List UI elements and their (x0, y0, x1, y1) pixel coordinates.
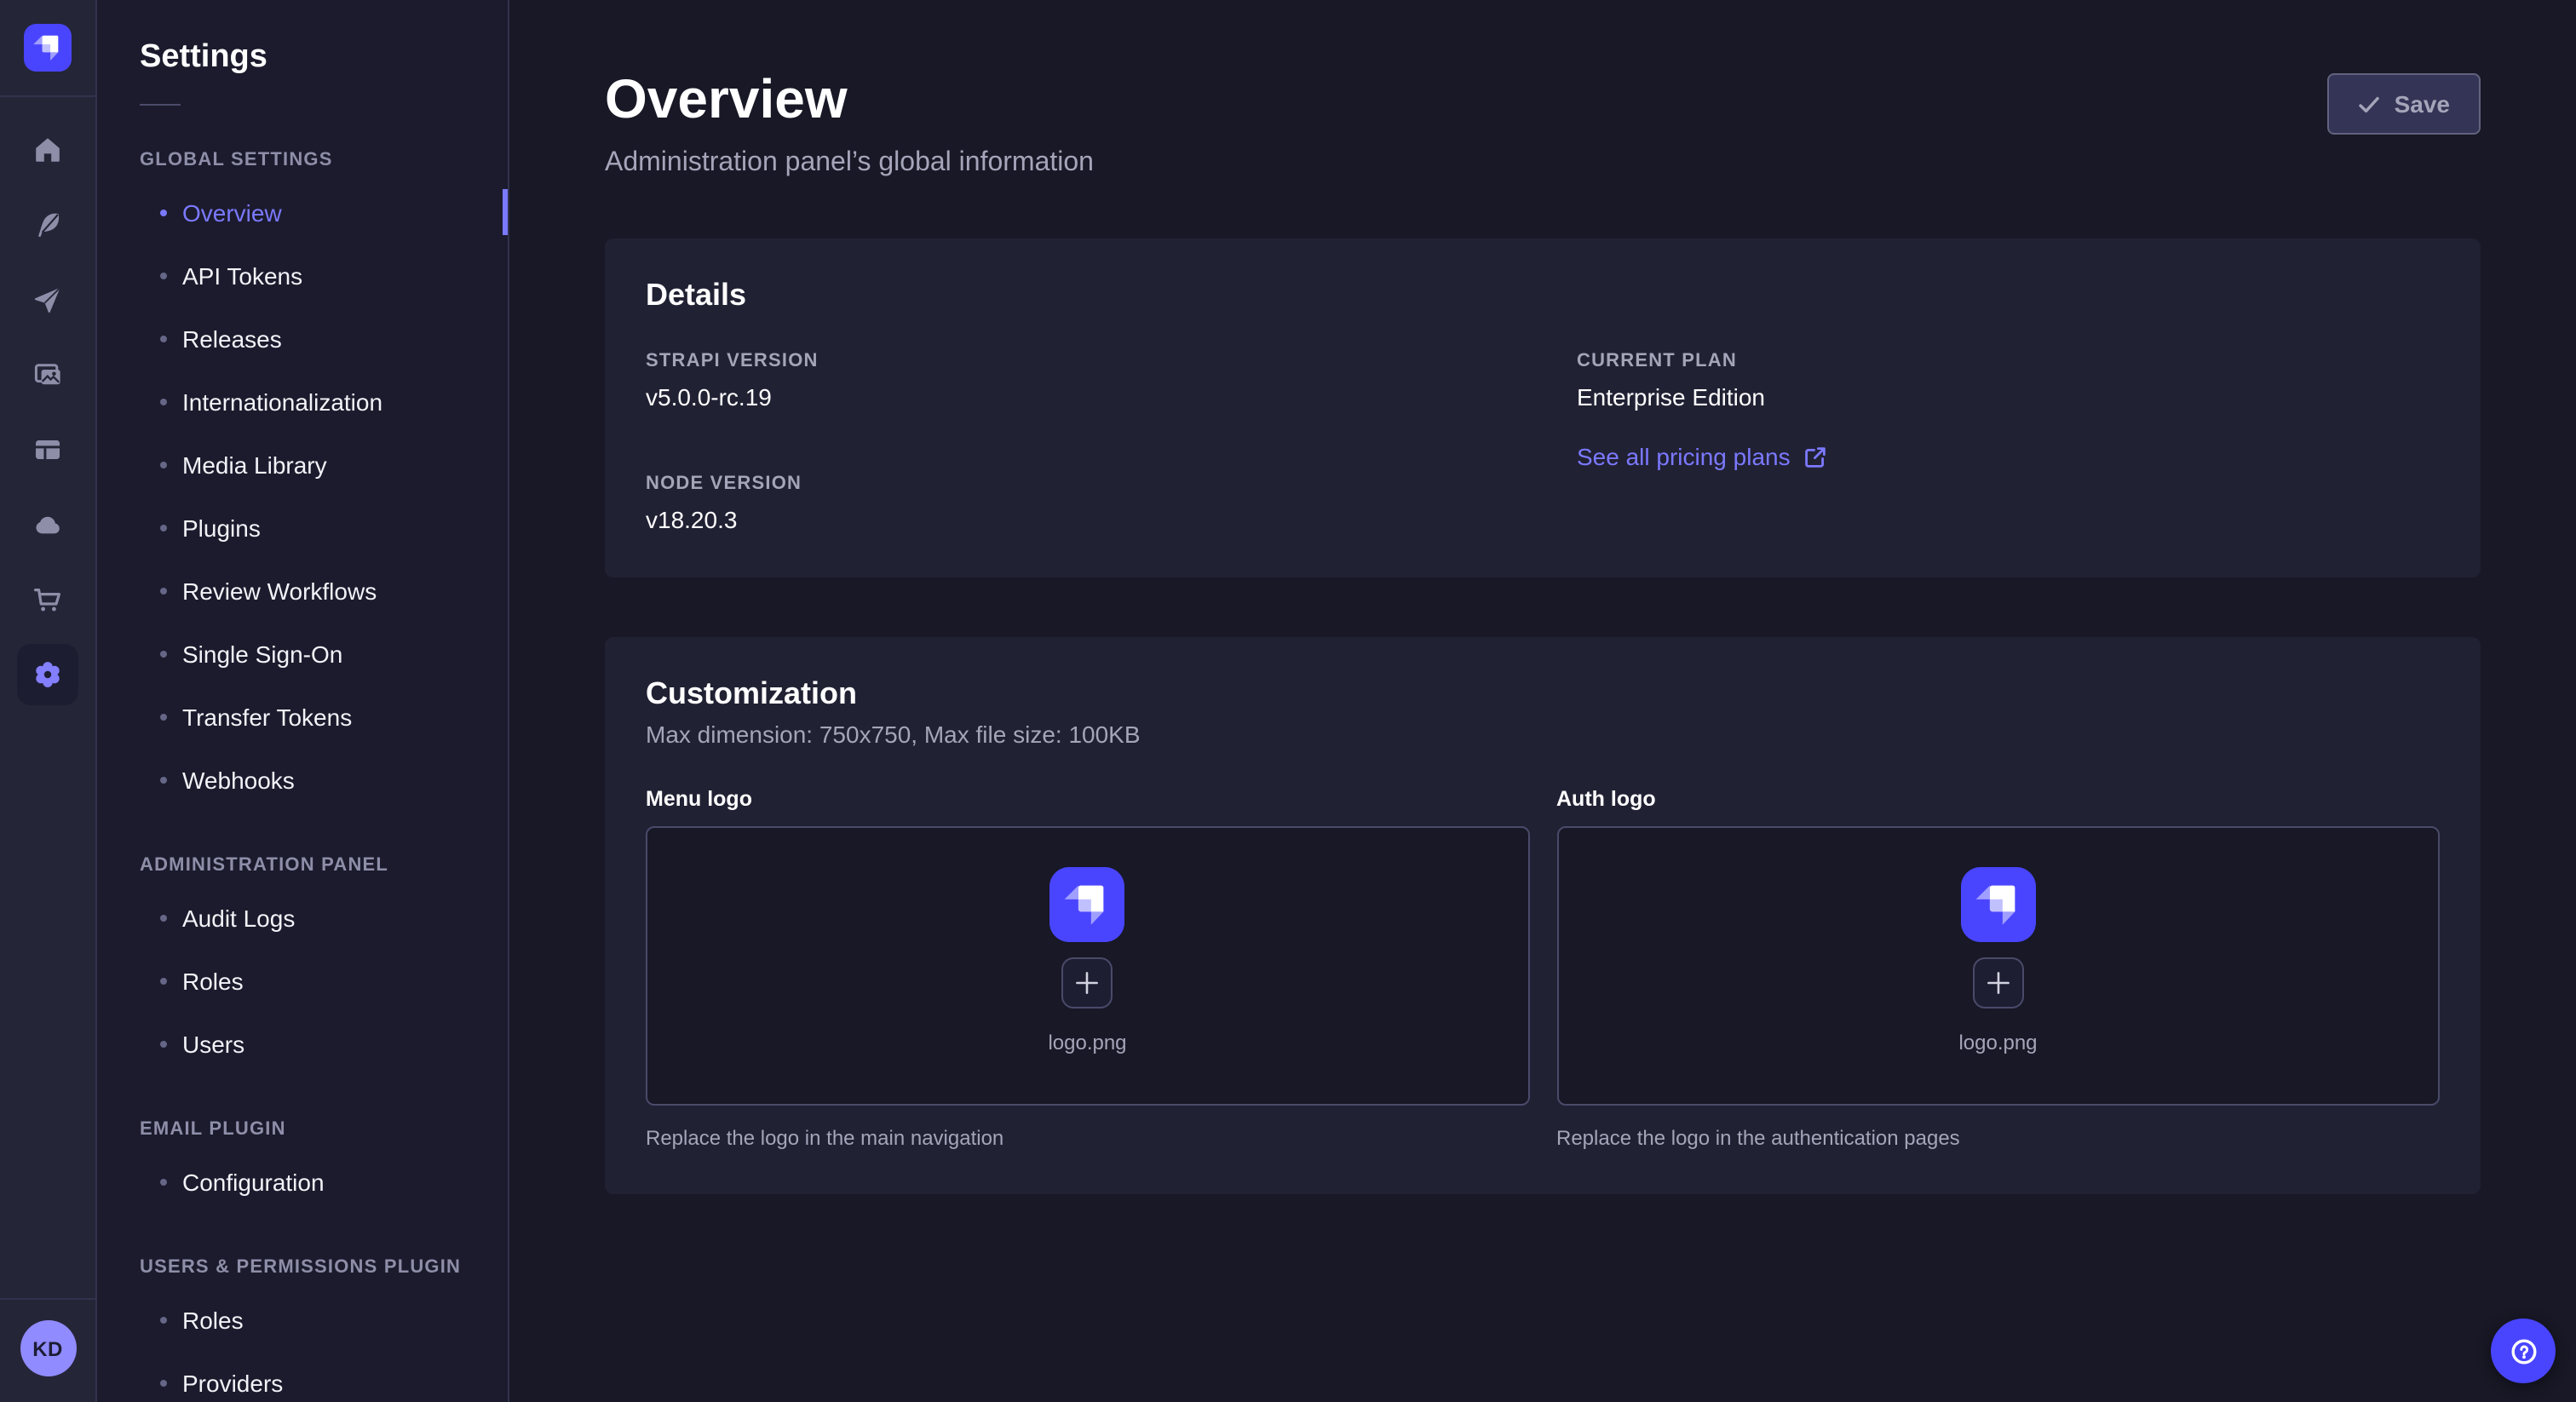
customization-constraints: Max dimension: 750x750, Max file size: 1… (646, 721, 2440, 748)
page-header: Overview Administration panel’s global i… (605, 68, 2481, 179)
bullet-dot (160, 1178, 167, 1185)
marketplace-cart-icon[interactable] (17, 569, 78, 630)
subnav-item-plugins[interactable]: Plugins (97, 496, 508, 559)
subnav-item-overview[interactable]: Overview (97, 181, 508, 244)
subnav-item-up-providers[interactable]: Providers (97, 1351, 508, 1402)
bullet-dot (160, 461, 167, 468)
content-type-builder-feather-icon[interactable] (17, 194, 78, 256)
menu-logo-label: Menu logo (646, 787, 1529, 811)
bullet-dot (160, 776, 167, 783)
subnav-item-internationalization[interactable]: Internationalization (97, 370, 508, 433)
cloud-icon[interactable] (17, 494, 78, 555)
plus-icon (1076, 971, 1100, 995)
subnav-item-webhooks[interactable]: Webhooks (97, 748, 508, 811)
customization-card-title: Customization (646, 676, 2440, 712)
menu-logo-upload-box[interactable]: logo.png (646, 826, 1529, 1106)
subnav-item-admin-users[interactable]: Users (97, 1012, 508, 1075)
section-label-global-settings: GLOBAL SETTINGS (97, 106, 508, 181)
subnav-item-single-sign-on[interactable]: Single Sign-On (97, 622, 508, 685)
deploy-paper-plane-icon[interactable] (17, 269, 78, 330)
settings-subnav: Settings GLOBAL SETTINGS Overview API To… (97, 0, 509, 1402)
subnav-item-api-tokens[interactable]: API Tokens (97, 244, 508, 307)
media-library-images-icon[interactable] (17, 344, 78, 405)
subnav-item-transfer-tokens[interactable]: Transfer Tokens (97, 685, 508, 748)
save-button[interactable]: Save (2328, 73, 2481, 135)
page-subtitle: Administration panel’s global informatio… (605, 148, 1094, 179)
subnav-item-up-roles[interactable]: Roles (97, 1288, 508, 1351)
bullet-dot (160, 524, 167, 531)
menu-logo-preview (1050, 867, 1125, 942)
page-title: Overview (605, 68, 1094, 131)
strapi-logo[interactable] (0, 0, 95, 97)
help-button[interactable] (2491, 1319, 2556, 1383)
bullet-dot (160, 209, 167, 215)
bullet-dot (160, 335, 167, 342)
menu-logo-caption: Replace the logo in the main navigation (646, 1126, 1529, 1150)
auth-logo-add-button[interactable] (1973, 957, 2024, 1008)
content-manager-layout-icon[interactable] (17, 419, 78, 480)
subnav-item-media-library[interactable]: Media Library (97, 433, 508, 496)
bullet-dot (160, 914, 167, 921)
menu-logo-section: Menu logo logo.png Replace the logo in t… (646, 787, 1529, 1150)
bullet-dot (160, 1040, 167, 1047)
subnav-item-admin-roles[interactable]: Roles (97, 949, 508, 1012)
strapi-version-field: STRAPI VERSION v5.0.0-rc.19 (646, 351, 1509, 411)
auth-logo-preview (1961, 867, 2036, 942)
auth-logo-section: Auth logo logo.png Replace the logo in t… (1556, 787, 2440, 1150)
current-plan-field: CURRENT PLAN Enterprise Edition (1577, 351, 2440, 411)
menu-logo-filename: logo.png (1048, 1031, 1126, 1054)
subnav-item-email-configuration[interactable]: Configuration (97, 1150, 508, 1213)
strapi-logo-icon (24, 24, 72, 72)
check-icon (2359, 93, 2381, 115)
menu-logo-add-button[interactable] (1062, 957, 1113, 1008)
subnav-title: Settings (97, 0, 508, 77)
node-version-field: NODE VERSION v18.20.3 (646, 474, 1509, 533)
details-card: Details STRAPI VERSION v5.0.0-rc.19 NODE… (605, 238, 2481, 577)
details-card-title: Details (646, 278, 2440, 313)
bullet-dot (160, 713, 167, 720)
question-mark-icon (2505, 1333, 2541, 1369)
auth-logo-caption: Replace the logo in the authentication p… (1556, 1126, 2440, 1150)
user-avatar[interactable]: KD (20, 1320, 76, 1376)
settings-gear-icon[interactable] (17, 644, 78, 705)
main-nav-rail: KD (0, 0, 97, 1402)
bullet-dot (160, 977, 167, 984)
bullet-dot (160, 587, 167, 594)
section-label-administration-panel: ADMINISTRATION PANEL (97, 811, 508, 886)
bullet-dot (160, 1379, 167, 1386)
home-icon[interactable] (17, 119, 78, 181)
section-label-users-permissions-plugin: USERS & PERMISSIONS PLUGIN (97, 1213, 508, 1288)
customization-card: Customization Max dimension: 750x750, Ma… (605, 637, 2481, 1194)
subnav-item-review-workflows[interactable]: Review Workflows (97, 559, 508, 622)
pricing-plans-link[interactable]: See all pricing plans (1577, 443, 1826, 470)
rail-footer: KD (0, 1298, 95, 1402)
subnav-item-audit-logs[interactable]: Audit Logs (97, 886, 508, 949)
auth-logo-upload-box[interactable]: logo.png (1556, 826, 2440, 1106)
auth-logo-label: Auth logo (1556, 787, 2440, 811)
bullet-dot (160, 272, 167, 279)
auth-logo-filename: logo.png (1958, 1031, 2037, 1054)
bullet-dot (160, 1316, 167, 1323)
external-link-icon (1804, 445, 1826, 468)
section-label-email-plugin: EMAIL PLUGIN (97, 1075, 508, 1150)
main-content: Overview Administration panel’s global i… (509, 0, 2576, 1402)
app-window: KD Settings GLOBAL SETTINGS Overview API… (0, 0, 2576, 1402)
subnav-item-releases[interactable]: Releases (97, 307, 508, 370)
bullet-dot (160, 398, 167, 405)
bullet-dot (160, 650, 167, 657)
rail-icon-list (17, 97, 78, 705)
plus-icon (1987, 971, 2010, 995)
